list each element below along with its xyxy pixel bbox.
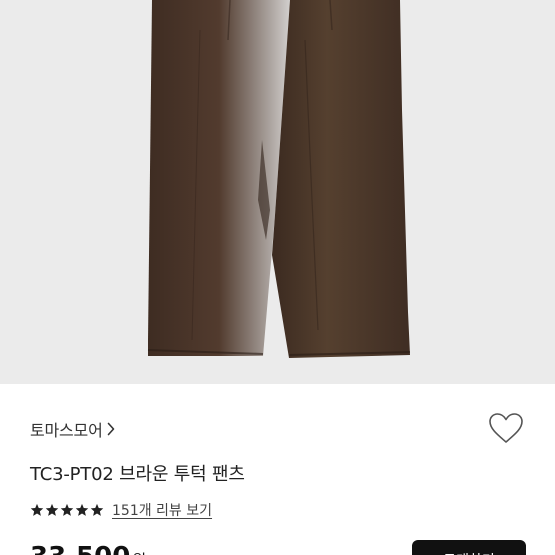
brand-name: 토마스모어 [30, 421, 103, 440]
product-info-panel: 토마스모어 TC3-PT02 브라운 투턱 팬츠 151개 리뷰 보기 33,5… [0, 384, 555, 555]
chevron-right-icon [107, 422, 115, 436]
rating-row: 151개 리뷰 보기 [30, 500, 212, 520]
heart-outline-icon [488, 412, 524, 448]
wishlist-button[interactable] [486, 410, 526, 450]
star-icon [45, 503, 59, 517]
product-title: TC3-PT02 브라운 투턱 팬츠 [30, 464, 245, 485]
price-unit: 원 [132, 551, 146, 555]
buy-button[interactable]: 구매하기 [412, 540, 526, 555]
price: 33,500원 [30, 542, 146, 555]
star-rating [30, 503, 104, 517]
star-icon [60, 503, 74, 517]
review-link[interactable]: 151개 리뷰 보기 [112, 500, 212, 520]
price-value: 33,500 [30, 542, 130, 555]
star-icon [75, 503, 89, 517]
product-image[interactable] [0, 0, 555, 384]
star-icon [90, 503, 104, 517]
pants-illustration [147, 0, 411, 358]
star-icon [30, 503, 44, 517]
brand-link[interactable]: 토마스모어 [30, 418, 115, 440]
